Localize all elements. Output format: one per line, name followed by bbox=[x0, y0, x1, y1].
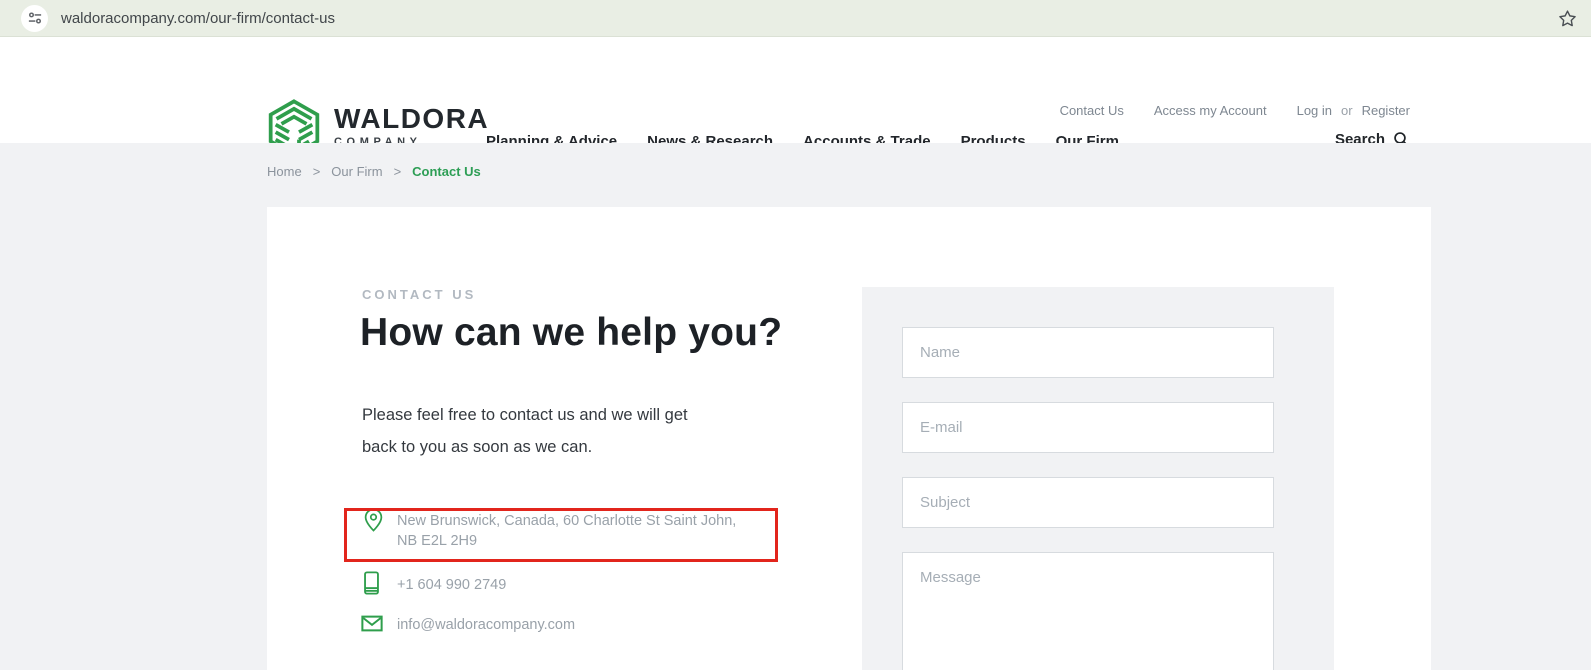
section-eyebrow: CONTACT US bbox=[362, 287, 477, 302]
tune-icon bbox=[28, 12, 41, 24]
bookmark-star-button[interactable] bbox=[1557, 8, 1578, 29]
subject-input[interactable] bbox=[902, 477, 1274, 528]
url-text[interactable]: waldoracompany.com/our-firm/contact-us bbox=[61, 10, 335, 27]
email-text[interactable]: info@waldoracompany.com bbox=[397, 617, 575, 633]
site-info-button[interactable] bbox=[21, 4, 48, 32]
page-title: How can we help you? bbox=[360, 311, 783, 354]
logo-name: WALDORA bbox=[334, 103, 490, 134]
browser-address-bar[interactable]: waldoracompany.com/our-firm/contact-us bbox=[0, 0, 1591, 37]
address-text[interactable]: New Brunswick, Canada, 60 Charlotte St S… bbox=[397, 506, 743, 551]
envelope-icon bbox=[361, 614, 397, 636]
intro-text: Please feel free to contact us and we wi… bbox=[362, 406, 688, 456]
phone-text[interactable]: +1 604 990 2749 bbox=[397, 577, 506, 593]
or-text: or bbox=[1341, 103, 1353, 118]
breadcrumb-home[interactable]: Home bbox=[267, 164, 302, 179]
contact-form-panel bbox=[862, 287, 1334, 670]
phone-icon bbox=[363, 570, 397, 599]
breadcrumb-contact-us: Contact Us bbox=[412, 164, 481, 179]
star-icon bbox=[1559, 10, 1576, 27]
message-textarea[interactable] bbox=[902, 552, 1274, 670]
login-link[interactable]: Log in bbox=[1297, 103, 1332, 118]
breadcrumb-our-firm[interactable]: Our Firm bbox=[331, 164, 382, 179]
site-header: WALDORA COMPANY Planning & Advice News &… bbox=[0, 38, 1591, 157]
address-row: New Brunswick, Canada, 60 Charlotte St S… bbox=[363, 506, 743, 551]
breadcrumb-separator: > bbox=[312, 164, 321, 179]
location-pin-icon bbox=[363, 506, 397, 551]
utility-links: Contact Us Access my Account Log in or R… bbox=[1060, 103, 1410, 118]
email-input[interactable] bbox=[902, 402, 1274, 453]
email-row: info@waldoracompany.com bbox=[361, 614, 575, 636]
logo-text: WALDORA COMPANY bbox=[334, 98, 490, 149]
phone-row: +1 604 990 2749 bbox=[363, 570, 506, 599]
utility-contact-us-link[interactable]: Contact Us bbox=[1060, 103, 1124, 118]
breadcrumb-separator: > bbox=[393, 164, 402, 179]
register-link[interactable]: Register bbox=[1362, 103, 1410, 118]
utility-access-account-link[interactable]: Access my Account bbox=[1154, 103, 1267, 118]
breadcrumb: Home > Our Firm > Contact Us bbox=[267, 164, 481, 179]
content-card: CONTACT US How can we help you? Please f… bbox=[267, 207, 1431, 670]
name-input[interactable] bbox=[902, 327, 1274, 378]
login-register-group: Log in or Register bbox=[1297, 103, 1410, 118]
